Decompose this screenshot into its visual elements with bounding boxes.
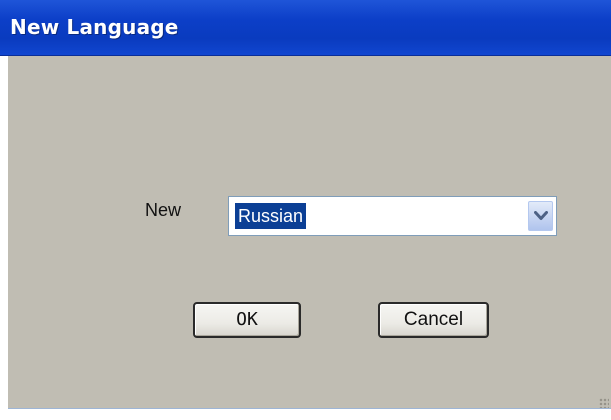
new-label: New <box>145 200 182 220</box>
dropdown-button[interactable] <box>528 201 553 231</box>
ok-button[interactable]: OK <box>193 302 301 338</box>
selected-language[interactable]: Russian <box>235 203 307 229</box>
dialog-title: New Language <box>10 15 179 39</box>
language-select[interactable]: Russian <box>228 196 557 236</box>
resize-grip-icon[interactable] <box>599 398 609 408</box>
cancel-button[interactable]: Cancel <box>378 302 489 338</box>
ok-button-label: OK <box>236 309 258 330</box>
title-bar[interactable]: New Language <box>0 0 611 56</box>
new-language-dialog: New Language New Russian OK Cancel <box>0 0 611 420</box>
cancel-button-label: Cancel <box>403 309 464 330</box>
dialog-bottom-edge <box>8 408 611 420</box>
chevron-down-icon <box>534 211 548 220</box>
dialog-body: New Russian OK Cancel <box>8 56 611 408</box>
